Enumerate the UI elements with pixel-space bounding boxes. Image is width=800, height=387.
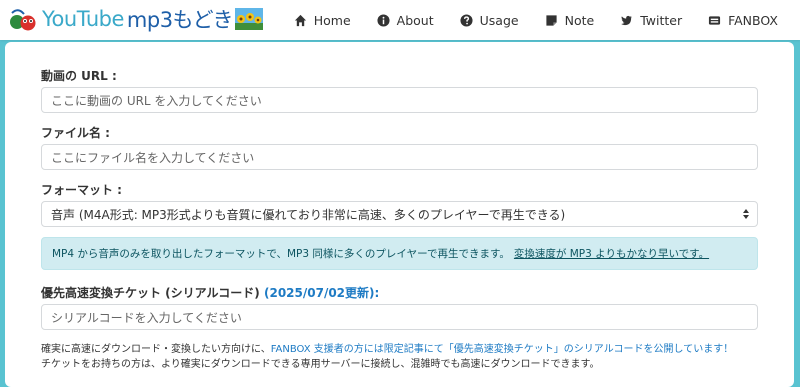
nav-fanbox[interactable]: FANBOX — [708, 13, 778, 28]
brand-title-youtube: YouTube — [42, 7, 124, 31]
ticket-note-line1: 確実に高速にダウンロード・変換したい方向けに、FANBOX 支援者の方には限定記… — [41, 340, 733, 355]
format-info-link[interactable]: 変換速度が MP3 よりもかなり早いです。 — [514, 246, 709, 261]
filename-input[interactable]: ここにファイル名を入力してください — [41, 144, 758, 170]
url-input-placeholder: ここに動画の URL を入力してください — [51, 93, 262, 108]
mascot-logo-icon — [10, 9, 36, 31]
filename-input-placeholder: ここにファイル名を入力してください — [51, 150, 255, 165]
nav-usage-label: Usage — [479, 12, 519, 28]
ticket-update-date: (2025/07/02更新): — [263, 286, 380, 300]
format-info-text: MP4 から音声のみを取り出したフォーマットで、MP3 同様に多くのプレイヤーで… — [52, 248, 510, 260]
nav-about[interactable]: About — [377, 13, 434, 28]
ticket-note-line1-a: 確実に高速にダウンロード・変換したい方向けに、 — [41, 344, 271, 355]
ticket-label: 優先高速変換チケット (シリアルコード) (2025/07/02更新): — [41, 284, 379, 301]
ticket-note-line2: チケットをお持ちの方は、より確実にダウンロードできる専用サーバーに接続し、混雑時… — [41, 359, 600, 370]
brand-title-mp3: mp3もどき — [126, 8, 234, 32]
converter-form-card: 動画の URL : ここに動画の URL を入力してください ファイル名 : こ… — [5, 42, 794, 387]
format-label: フォーマット : — [41, 183, 122, 197]
nav-note[interactable]: Note — [545, 12, 595, 28]
fanbox-icon — [709, 15, 721, 25]
navbar: YouTube mp3もどき Home About Usage Note Twi… — [0, 0, 800, 40]
question-circle-icon — [460, 13, 473, 27]
nav-twitter[interactable]: Twitter — [620, 13, 682, 28]
nav-note-label: Note — [564, 12, 595, 28]
nav-twitter-label: Twitter — [640, 12, 683, 28]
ticket-label-text: 優先高速変換チケット (シリアルコード) — [41, 286, 260, 300]
home-icon — [294, 14, 306, 26]
serial-code-input[interactable]: シリアルコードを入力してください — [41, 304, 758, 330]
url-input[interactable]: ここに動画の URL を入力してください — [41, 87, 758, 113]
select-arrows-icon — [743, 209, 749, 219]
ticket-note-fanbox-link[interactable]: FANBOX 支援者の方には限定記事にて「優先高速変換チケット」のシリアルコード… — [271, 344, 734, 355]
serial-code-placeholder: シリアルコードを入力してください — [51, 310, 242, 325]
info-circle-icon — [377, 13, 390, 27]
nav-home-label: Home — [313, 12, 351, 28]
format-select-value: 音声 (M4A形式: MP3形式よりも音質に優れており非常に高速、多くのプレイヤ… — [51, 207, 566, 222]
brand-logo[interactable]: YouTube mp3もどき — [8, 4, 264, 34]
main-nav: Home About Usage Note Twitter FANBOX — [268, 0, 778, 40]
nav-usage[interactable]: Usage — [460, 13, 519, 28]
format-info-alert: MP4 から音声のみを取り出したフォーマットで、MP3 同様に多くのプレイヤーで… — [41, 237, 758, 270]
nav-about-label: About — [396, 12, 434, 28]
nav-fanbox-label: FANBOX — [728, 12, 778, 28]
filename-label: ファイル名 : — [41, 126, 110, 140]
twitter-icon — [621, 15, 633, 25]
format-select[interactable]: 音声 (M4A形式: MP3形式よりも音質に優れており非常に高速、多くのプレイヤ… — [41, 201, 758, 227]
url-label: 動画の URL : — [41, 69, 117, 83]
nav-home[interactable]: Home — [294, 13, 351, 28]
note-icon — [545, 14, 557, 26]
sunflower-logo-icon — [235, 8, 264, 30]
